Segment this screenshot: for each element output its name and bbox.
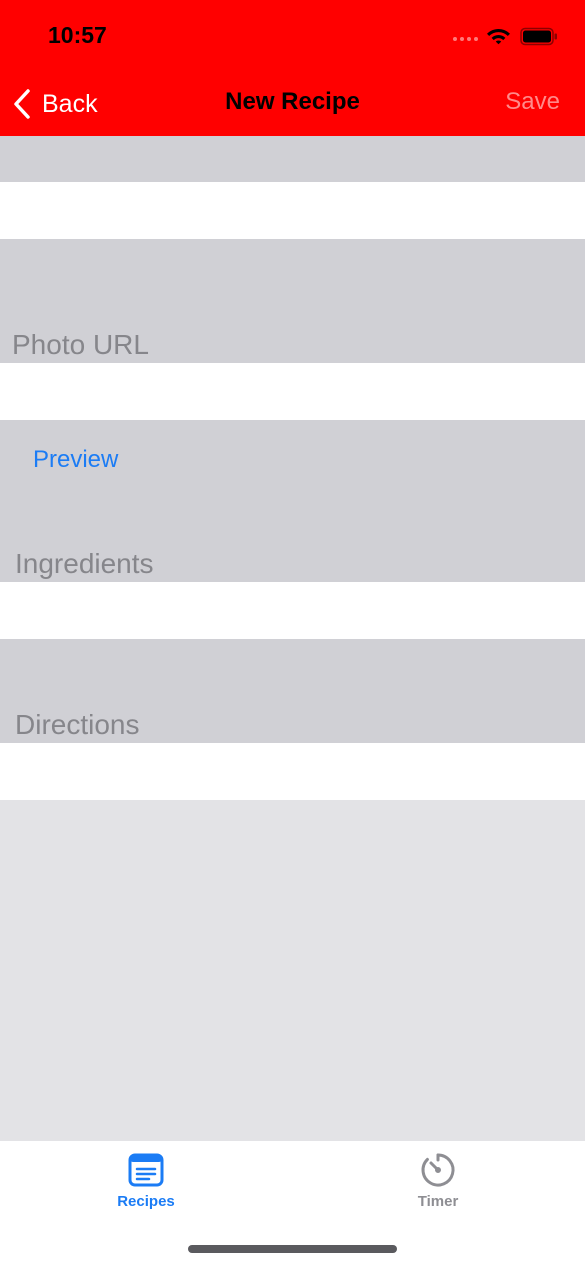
preview-button[interactable]: Preview: [33, 446, 118, 474]
back-button[interactable]: Back: [12, 84, 98, 124]
back-label: Back: [42, 89, 98, 118]
chevron-left-icon: [14, 89, 30, 119]
directions-input[interactable]: [15, 743, 570, 800]
ingredients-field-row: [0, 582, 585, 639]
battery-icon: [520, 27, 557, 46]
ingredients-input[interactable]: [15, 582, 570, 639]
save-button[interactable]: Save: [505, 88, 560, 116]
directions-label: Directions: [15, 709, 140, 740]
status-time: 10:57: [48, 22, 107, 48]
tab-timer-label: Timer: [417, 1193, 459, 1210]
tab-recipes-label: Recipes: [117, 1193, 175, 1210]
directions-field-row: [0, 743, 585, 800]
photo-url-section-header: Photo URL: [0, 239, 585, 363]
tab-timer[interactable]: Timer: [368, 1151, 508, 1210]
recipes-icon: [128, 1153, 164, 1187]
name-field-row: [0, 182, 585, 239]
wifi-icon: [487, 29, 510, 45]
signal-icon: [453, 37, 478, 41]
directions-section-header: Directions: [0, 639, 585, 743]
photo-url-field-row: [0, 363, 585, 420]
timer-icon: [421, 1153, 455, 1187]
home-indicator: [188, 1245, 397, 1253]
recipe-name-input[interactable]: [15, 182, 570, 239]
tab-recipes[interactable]: Recipes: [76, 1151, 216, 1210]
photo-url-input[interactable]: [15, 363, 570, 420]
navigation-header: 10:57 Back New Recipe Save: [0, 0, 585, 136]
ingredients-section-header: Preview Ingredients: [0, 420, 585, 582]
photo-url-label: Photo URL: [12, 329, 149, 360]
ingredients-label: Ingredients: [15, 548, 154, 579]
name-section-header: [0, 136, 585, 182]
